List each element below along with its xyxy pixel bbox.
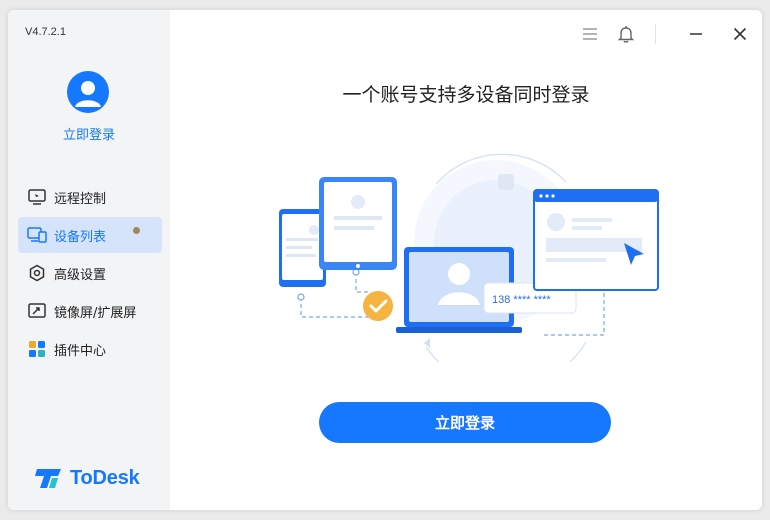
mirror-screen-icon [27,301,47,321]
user-avatar-icon [75,81,101,107]
menu-button[interactable] [578,22,602,46]
multi-device-illustration: 138 **** **** [279,153,659,362]
plugin-icon [27,339,47,359]
minimize-button[interactable] [684,22,708,46]
sidebar-item-device-list[interactable]: 设备列表 [18,217,162,253]
titlebar-divider [655,24,656,44]
minimize-icon [690,33,702,35]
sidebar-nav: 远程控制 设备列表 高级设置 镜像屏/扩展屏 插件中心 [18,179,162,369]
menu-icon [583,28,597,40]
masked-phone-number: 138 **** **** [492,294,551,306]
sidebar-item-label: 镜像屏/扩展屏 [54,305,137,321]
close-button[interactable] [728,22,752,46]
brand-name: ToDesk [70,466,140,489]
sidebar-item-remote-control[interactable]: 远程控制 [18,179,162,215]
sidebar-item-label: 设备列表 [54,229,107,245]
sidebar-item-label: 远程控制 [54,191,107,207]
version-label: V4.7.2.1 [25,26,66,38]
sidebar-item-advanced-settings[interactable]: 高级设置 [18,255,162,291]
todesk-logo-icon [35,469,61,488]
hexagon-settings-icon [27,263,47,283]
app-window: V4.7.2.1 立即登录 远程控制 设备列表 高级设置 镜像屏/扩展屏 插件中… [8,10,762,510]
sidebar-item-plugin-center[interactable]: 插件中心 [18,331,162,367]
main-panel: 一个账号支持多设备同时登录 138 **** **** 立即登录 [170,10,762,510]
monitor-icon [27,187,47,207]
page-title: 一个账号支持多设备同时登录 [342,84,590,106]
sidebar-item-label: 高级设置 [54,267,107,283]
sidebar-login-link[interactable]: 立即登录 [8,124,170,143]
brand-logo: ToDesk [34,466,140,490]
devices-icon [27,225,47,245]
bell-icon [618,26,634,43]
avatar[interactable] [67,71,109,113]
notifications-button[interactable] [614,22,638,46]
sidebar: V4.7.2.1 立即登录 远程控制 设备列表 高级设置 镜像屏/扩展屏 插件中… [8,10,170,510]
notification-dot [133,227,140,234]
sidebar-item-mirror-screen[interactable]: 镜像屏/扩展屏 [18,293,162,329]
close-icon [733,27,747,41]
login-button[interactable]: 立即登录 [319,402,611,443]
sidebar-item-label: 插件中心 [54,343,107,359]
